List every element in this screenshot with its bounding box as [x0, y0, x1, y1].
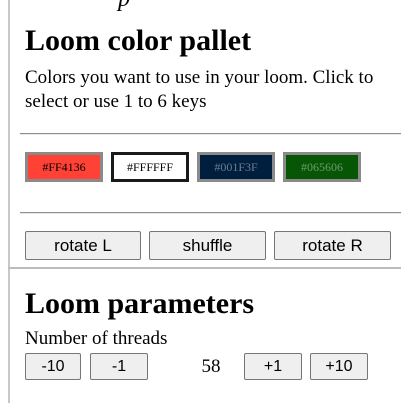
color-swatch-4[interactable]: #065606	[283, 152, 361, 182]
swatch-label: #065606	[301, 159, 343, 174]
threads-plus1-button[interactable]: +1	[244, 353, 302, 380]
rotate-right-button[interactable]: rotate R	[274, 231, 391, 260]
divider	[20, 212, 401, 213]
threads-plus10-button[interactable]: +10	[310, 353, 368, 380]
color-pallet-title: Loom color pallet	[25, 24, 252, 57]
threads-minus1-button[interactable]: -1	[90, 353, 148, 380]
color-swatch-3[interactable]: #001F3F	[197, 152, 275, 182]
loom-color-panel: Loom color pallet Colors you want to use…	[10, 12, 401, 267]
color-swatch-2[interactable]: #FFFFFF	[111, 152, 189, 182]
swatch-label: #001F3F	[214, 159, 258, 174]
divider	[20, 133, 401, 134]
swatch-label: #FF4136	[42, 159, 86, 174]
swatch-label: #FFFFFF	[126, 159, 174, 174]
rotate-left-button[interactable]: rotate L	[25, 231, 141, 260]
threads-value: 58	[201, 356, 221, 377]
loom-parameters-panel: Loom parameters Number of threads -10 -1…	[10, 269, 401, 403]
clipped-heading-fragment: p	[0, 0, 401, 12]
threads-minus10-button[interactable]: -10	[25, 353, 81, 380]
threads-label: Number of threads	[25, 328, 168, 349]
color-swatch-1[interactable]: #FF4136	[25, 152, 103, 182]
color-pallet-description: Colors you want to use in your loom. Cli…	[25, 67, 374, 112]
loom-parameters-title: Loom parameters	[25, 287, 255, 320]
shuffle-button[interactable]: shuffle	[149, 231, 266, 260]
